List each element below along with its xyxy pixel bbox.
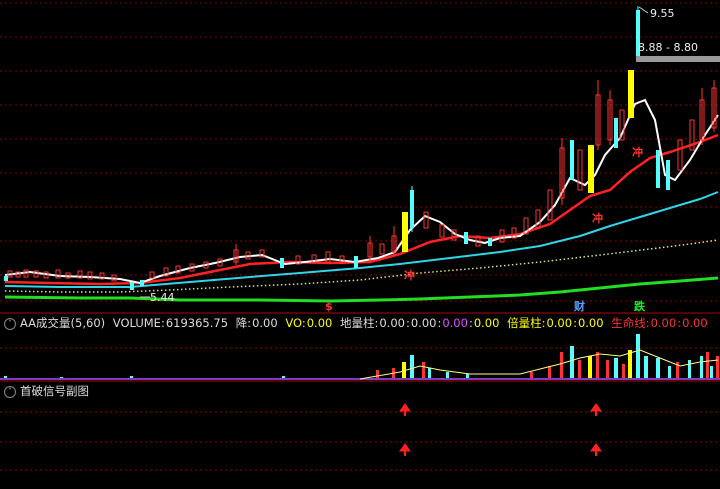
die-marker: 跌 [634, 300, 645, 313]
shengming-value-1: 0.00 [650, 316, 677, 330]
beiliang-value-1: 0.00 [546, 316, 573, 330]
ma60-line [4, 191, 719, 288]
ma5-line [4, 98, 719, 285]
diliang-value-4: 0.00 [473, 316, 500, 330]
vo-label: VO: [285, 316, 306, 330]
volume-label: VOLUME: [112, 316, 165, 330]
chong-marker-3: 冲 [632, 146, 643, 159]
volume-value: 619365.75 [165, 316, 229, 330]
signal-panel-header: ˅ 首破信号副图 [0, 383, 720, 400]
range-price-label: 8.88 - 8.80 [638, 41, 698, 54]
signal-panel-title: 首破信号副图 [20, 384, 89, 398]
diliang-value-2: 0.00 [410, 316, 437, 330]
collapse-toggle-icon[interactable]: ˅ [4, 385, 16, 398]
jiang-label: 降: [235, 316, 252, 330]
chong-marker-1: 冲 [404, 269, 415, 282]
range-bar [636, 56, 720, 62]
diliang-value-1: 0.00 [379, 316, 405, 330]
beiliang-value-2: 0.00 [577, 316, 604, 330]
volume-panel-title: AA成交量(5,60) [20, 316, 106, 330]
jiang-value: 0.00 [252, 316, 278, 330]
dollar-marker: $ [325, 300, 333, 313]
high-tick [638, 6, 649, 14]
cai-marker: 财 [574, 300, 585, 313]
kline-chart[interactable] [0, 0, 720, 489]
diliang-value-3: 0.00 [442, 316, 468, 330]
diliang-label: 地量柱: [339, 316, 379, 330]
shengming-value-2: 0.00 [682, 316, 708, 330]
low-price-label: 5.44 [150, 291, 175, 304]
chong-marker-2: 冲 [592, 212, 603, 225]
beiliang-label: 倍量柱: [507, 316, 546, 330]
shengming-label: 生命线: [611, 316, 650, 330]
volume-bars [0, 334, 720, 380]
vo-value: 0.00 [306, 316, 333, 330]
high-price-label: 9.55 [650, 7, 675, 20]
collapse-toggle-icon[interactable]: ˅ [4, 317, 16, 330]
candles [4, 6, 717, 290]
volume-panel-header: ˅ AA成交量(5,60) VOLUME:619365.75 降:0.00 VO:… [0, 315, 720, 332]
